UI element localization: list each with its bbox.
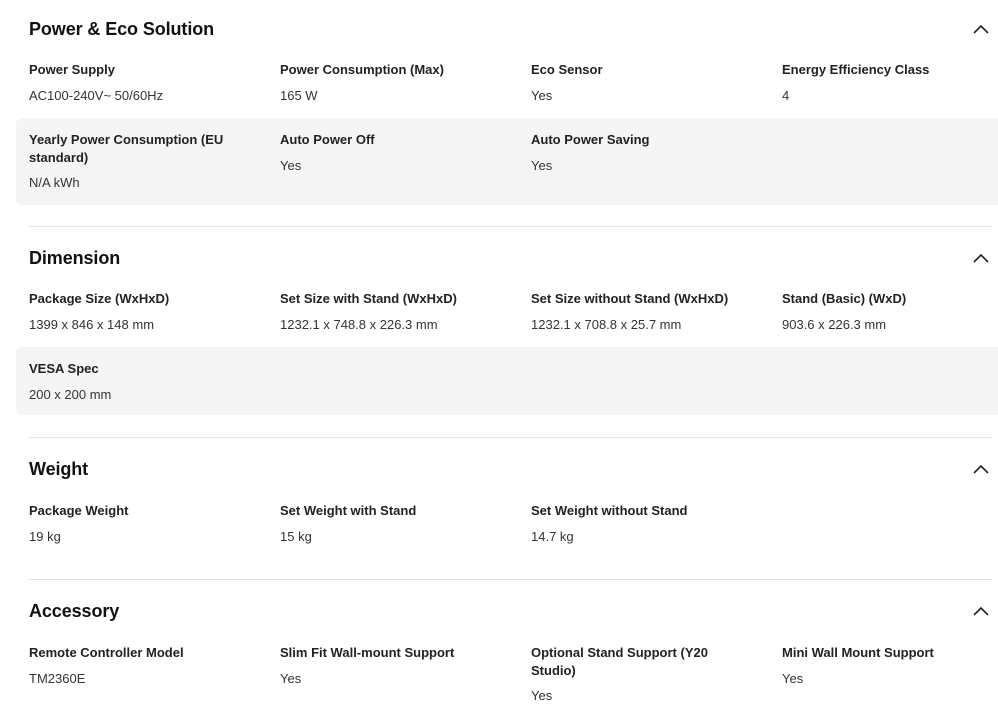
spec-value: 200 x 200 mm [29, 386, 112, 402]
spec-value: Yes [531, 157, 553, 173]
spec-item: Yearly Power Consumption (EU standard) N… [29, 131, 234, 191]
spec-item: Energy Efficiency Class 4 [782, 61, 998, 104]
spec-label: Set Weight without Stand [531, 503, 688, 518]
spec-row: Package Size (WxHxD) 1399 x 846 x 148 mm… [16, 281, 998, 343]
spec-item: Set Size without Stand (WxHxD) 1232.1 x … [531, 290, 766, 333]
spec-section-accessory: Accessory Remote Controller Model TM2360… [0, 582, 998, 704]
spec-item: Package Size (WxHxD) 1399 x 846 x 148 mm [29, 290, 264, 333]
spec-item: Power Supply AC100-240V~ 50/60Hz [29, 61, 264, 104]
spec-value: 165 W [280, 87, 318, 103]
spec-row: Remote Controller Model TM2360E Slim Fit… [16, 635, 998, 704]
section-title[interactable]: Dimension [29, 248, 120, 269]
spec-label: Eco Sensor [531, 62, 603, 77]
spec-value: N/A kWh [29, 175, 80, 190]
spec-value: Yes [531, 688, 553, 703]
spec-value: Yes [531, 87, 553, 103]
spec-item: VESA Spec 200 x 200 mm [29, 360, 264, 403]
spec-label: Power Supply [29, 62, 115, 77]
spec-value: 15 kg [280, 528, 312, 544]
spec-item: Eco Sensor Yes [531, 61, 766, 104]
spec-value: Yes [782, 670, 804, 686]
section-divider [29, 437, 992, 438]
spec-label: Slim Fit Wall-mount Support [280, 645, 455, 660]
spec-item: Remote Controller Model TM2360E [29, 644, 264, 687]
spec-label: Set Size without Stand (WxHxD) [531, 291, 729, 306]
spec-label: Remote Controller Model [29, 645, 184, 660]
spec-label: Power Consumption (Max) [280, 62, 444, 77]
spec-label: VESA Spec [29, 361, 99, 376]
spec-item: Set Size with Stand (WxHxD) 1232.1 x 748… [280, 290, 515, 333]
spec-label: Auto Power Saving [531, 132, 650, 147]
spec-value: 4 [782, 87, 790, 103]
spec-value: 903.6 x 226.3 mm [782, 316, 887, 332]
spec-label: Yearly Power Consumption (EU standard) [29, 132, 224, 165]
spec-item: Stand (Basic) (WxD) 903.6 x 226.3 mm [782, 290, 998, 333]
spec-value: Yes [280, 670, 302, 686]
spec-section-power-eco: Power & Eco Solution Power Supply AC100-… [0, 0, 998, 227]
spec-value: Yes [280, 157, 302, 173]
spec-label: Set Weight with Stand [280, 503, 417, 518]
spec-value: AC100-240V~ 50/60Hz [29, 87, 164, 103]
spec-row: Power Supply AC100-240V~ 50/60Hz Power C… [16, 52, 998, 114]
spec-value: 1399 x 846 x 148 mm [29, 316, 155, 332]
spec-label: Mini Wall Mount Support [782, 645, 934, 660]
chevron-up-icon[interactable] [972, 605, 990, 617]
spec-label: Stand (Basic) (WxD) [782, 291, 907, 306]
section-title[interactable]: Accessory [29, 601, 119, 622]
spec-label: Optional Stand Support (Y20 Studio) [531, 645, 708, 678]
chevron-up-icon[interactable] [972, 252, 990, 264]
spec-label: Energy Efficiency Class [782, 62, 930, 77]
spec-section-dimension: Dimension Package Size (WxHxD) 1399 x 84… [0, 229, 998, 438]
spec-label: Auto Power Off [280, 132, 375, 147]
spec-value: 1232.1 x 748.8 x 226.3 mm [280, 316, 438, 332]
spec-value: 19 kg [29, 528, 61, 544]
spec-value: 14.7 kg [531, 528, 574, 544]
chevron-up-icon[interactable] [972, 23, 990, 35]
section-title[interactable]: Power & Eco Solution [29, 19, 214, 40]
spec-row: VESA Spec 200 x 200 mm [16, 347, 998, 415]
spec-item: Package Weight 19 kg [29, 502, 264, 545]
spec-label: Package Size (WxHxD) [29, 291, 170, 306]
spec-label: Package Weight [29, 503, 129, 518]
spec-item: Auto Power Off Yes [280, 131, 515, 174]
spec-label: Set Size with Stand (WxHxD) [280, 291, 457, 306]
spec-item: Set Weight with Stand 15 kg [280, 502, 515, 545]
spec-item: Slim Fit Wall-mount Support Yes [280, 644, 515, 687]
chevron-up-icon[interactable] [972, 463, 990, 475]
section-divider [29, 579, 992, 580]
spec-item: Auto Power Saving Yes [531, 131, 766, 174]
spec-item: Mini Wall Mount Support Yes [782, 644, 998, 687]
section-title[interactable]: Weight [29, 459, 88, 480]
spec-row: Package Weight 19 kg Set Weight with Sta… [16, 493, 998, 555]
spec-value: 1232.1 x 708.8 x 25.7 mm [531, 316, 682, 332]
spec-item: Optional Stand Support (Y20 Studio) Yes [531, 644, 721, 704]
spec-item: Set Weight without Stand 14.7 kg [531, 502, 766, 545]
spec-item: Power Consumption (Max) 165 W [280, 61, 515, 104]
spec-row: Yearly Power Consumption (EU standard) N… [16, 118, 998, 205]
spec-section-weight: Weight Package Weight 19 kg Set Weight w… [0, 440, 998, 580]
spec-value: TM2360E [29, 670, 86, 686]
section-divider [29, 226, 992, 227]
